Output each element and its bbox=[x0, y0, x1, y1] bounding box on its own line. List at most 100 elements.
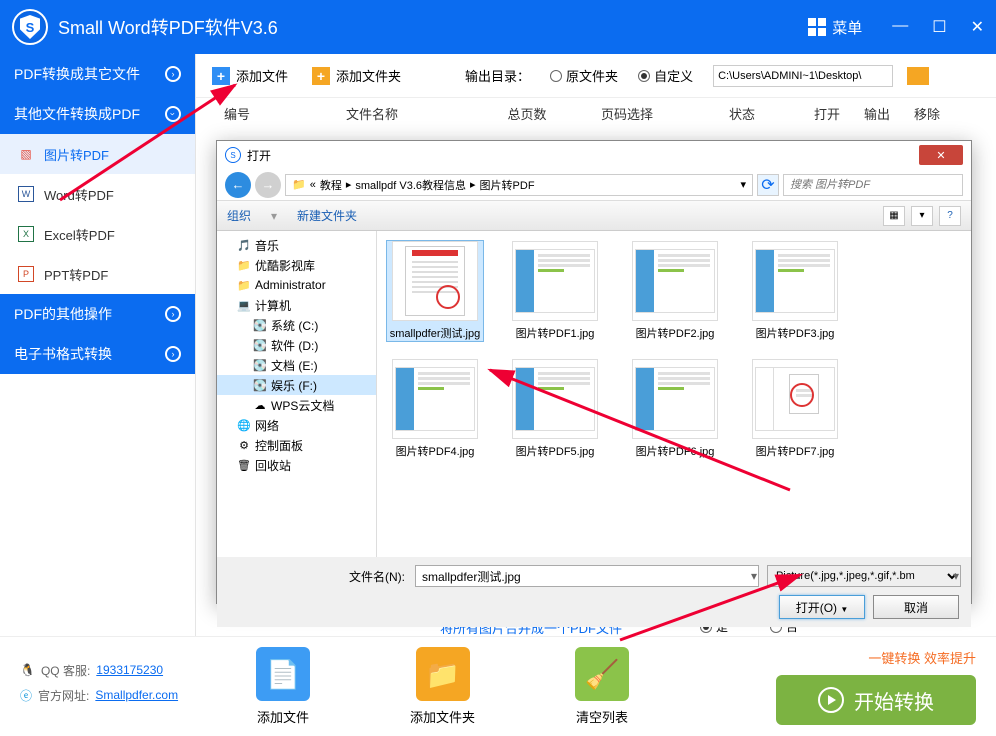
tree-icon: ☁ bbox=[253, 398, 267, 412]
radio-custom-folder[interactable]: 自定义 bbox=[638, 66, 693, 85]
tree-icon: 🗑 bbox=[237, 458, 251, 472]
sidebar-item-image-to-pdf[interactable]: ▧ 图片转PDF bbox=[0, 134, 195, 174]
maximize-button[interactable]: ☐ bbox=[932, 17, 946, 37]
dialog-close-button[interactable]: ✕ bbox=[919, 145, 963, 165]
menu-button[interactable]: 菜单 bbox=[808, 17, 862, 38]
dialog-app-icon: S bbox=[225, 147, 241, 163]
close-button[interactable]: ✕ bbox=[971, 17, 984, 37]
qq-link[interactable]: 1933175230 bbox=[96, 663, 163, 677]
file-thumbnail bbox=[392, 241, 478, 321]
tree-item[interactable]: ⚙控制面板 bbox=[217, 435, 376, 455]
qq-icon: 🐧 bbox=[20, 663, 35, 677]
view-dropdown-button[interactable]: ▾ bbox=[911, 206, 933, 226]
tree-item[interactable]: 💽娱乐 (F:) bbox=[217, 375, 376, 395]
chevron-icon: › bbox=[165, 66, 181, 82]
refresh-button[interactable]: ⟳ bbox=[757, 174, 779, 196]
organize-button[interactable]: 组织 bbox=[227, 207, 251, 224]
folder-plus-icon: 📁 bbox=[416, 647, 470, 701]
tree-item[interactable]: 📁Administrator bbox=[217, 275, 376, 295]
tree-item[interactable]: 🗑回收站 bbox=[217, 455, 376, 475]
help-button[interactable]: ? bbox=[939, 206, 961, 226]
sidebar-item-ppt-to-pdf[interactable]: P PPT转PDF bbox=[0, 254, 195, 294]
tree-item[interactable]: 💽文档 (E:) bbox=[217, 355, 376, 375]
file-open-dialog: S 打开 ✕ ← → 📁 « 教程▸ smallpdf V3.6教程信息▸ 图片… bbox=[216, 140, 972, 604]
file-item[interactable]: 图片转PDF3.jpg bbox=[747, 241, 843, 341]
footer-add-folder-button[interactable]: 📁 添加文件夹 bbox=[410, 647, 475, 726]
start-convert-button[interactable]: 开始转换 bbox=[776, 675, 976, 725]
tree-icon: 🌐 bbox=[237, 418, 251, 432]
view-mode-button[interactable]: ▦ bbox=[883, 206, 905, 226]
tree-icon: 📁 bbox=[237, 278, 251, 292]
sidebar-item-word-to-pdf[interactable]: W Word转PDF bbox=[0, 174, 195, 214]
chevron-down-icon: › bbox=[165, 106, 181, 122]
file-thumbnail bbox=[512, 241, 598, 321]
plus-icon: + bbox=[312, 67, 330, 85]
filename-input[interactable] bbox=[415, 565, 759, 587]
sidebar-section-pdf-to-other[interactable]: PDF转换成其它文件 › bbox=[0, 54, 195, 94]
output-path-input[interactable] bbox=[713, 65, 893, 87]
tree-item[interactable]: 💻计算机 bbox=[217, 295, 376, 315]
sidebar-item-excel-to-pdf[interactable]: X Excel转PDF bbox=[0, 214, 195, 254]
file-item[interactable]: 图片转PDF7.jpg bbox=[747, 359, 843, 459]
dialog-open-button[interactable]: 打开(O) ▼ bbox=[779, 595, 865, 619]
folder-tree: 🎵音乐📁优酷影视库📁Administrator💻计算机💽系统 (C:)💽软件 (… bbox=[217, 231, 377, 557]
filename-label: 文件名(N): bbox=[349, 568, 405, 585]
tree-icon: 💽 bbox=[253, 318, 267, 332]
tree-item[interactable]: 🎵音乐 bbox=[217, 235, 376, 255]
col-number: 编号 bbox=[212, 104, 262, 123]
file-item[interactable]: 图片转PDF1.jpg bbox=[507, 241, 603, 341]
col-filename: 文件名称 bbox=[262, 104, 482, 123]
file-thumbnail bbox=[632, 241, 718, 321]
file-name: 图片转PDF6.jpg bbox=[636, 443, 715, 459]
dialog-cancel-button[interactable]: 取消 bbox=[873, 595, 959, 619]
menu-icon bbox=[808, 18, 826, 36]
footer-clear-list-button[interactable]: 🧹 清空列表 bbox=[575, 647, 629, 726]
play-icon bbox=[818, 687, 844, 713]
file-thumbnail bbox=[512, 359, 598, 439]
new-folder-button[interactable]: 新建文件夹 bbox=[297, 207, 357, 224]
tree-item[interactable]: ☁WPS云文档 bbox=[217, 395, 376, 415]
file-item[interactable]: smallpdfer测试.jpg bbox=[387, 241, 483, 341]
tree-item[interactable]: 🌐网络 bbox=[217, 415, 376, 435]
site-link[interactable]: Smallpdfer.com bbox=[95, 688, 178, 702]
file-item[interactable]: 图片转PDF6.jpg bbox=[627, 359, 723, 459]
file-item[interactable]: 图片转PDF4.jpg bbox=[387, 359, 483, 459]
footer-add-file-button[interactable]: 📄 添加文件 bbox=[256, 647, 310, 726]
file-name: 图片转PDF1.jpg bbox=[516, 325, 595, 341]
tree-item[interactable]: 📁优酷影视库 bbox=[217, 255, 376, 275]
search-input[interactable] bbox=[783, 174, 963, 196]
radio-original-folder[interactable]: 原文件夹 bbox=[550, 66, 618, 85]
word-icon: W bbox=[18, 186, 34, 202]
file-filter-select[interactable]: Picture(*.jpg,*.jpeg,*.gif,*.bm bbox=[767, 565, 961, 587]
titlebar: S Small Word转PDF软件V3.6 菜单 — ☐ ✕ bbox=[0, 0, 996, 54]
app-title: Small Word转PDF软件V3.6 bbox=[58, 14, 808, 40]
breadcrumb-path[interactable]: 📁 « 教程▸ smallpdf V3.6教程信息▸ 图片转PDF ▾ bbox=[285, 174, 753, 196]
start-hint: 一键转换 效率提升 bbox=[776, 648, 976, 667]
sidebar-section-other-to-pdf[interactable]: 其他文件转换成PDF › bbox=[0, 94, 195, 134]
sidebar-section-pdf-other-ops[interactable]: PDF的其他操作 › bbox=[0, 294, 195, 334]
file-name: 图片转PDF3.jpg bbox=[756, 325, 835, 341]
add-folder-button[interactable]: + 添加文件夹 bbox=[312, 66, 401, 85]
plus-icon: + bbox=[212, 67, 230, 85]
minimize-button[interactable]: — bbox=[892, 17, 908, 37]
tree-item[interactable]: 💽系统 (C:) bbox=[217, 315, 376, 335]
tree-icon: 💻 bbox=[237, 298, 251, 312]
app-logo: S bbox=[12, 9, 48, 45]
nav-forward-button[interactable]: → bbox=[255, 172, 281, 198]
file-name: 图片转PDF7.jpg bbox=[756, 443, 835, 459]
tree-icon: 📁 bbox=[237, 258, 251, 272]
radio-checked-icon bbox=[638, 70, 650, 82]
nav-back-button[interactable]: ← bbox=[225, 172, 251, 198]
tree-item[interactable]: 💽软件 (D:) bbox=[217, 335, 376, 355]
dialog-titlebar: S 打开 ✕ bbox=[217, 141, 971, 169]
browse-folder-button[interactable] bbox=[907, 67, 929, 85]
file-item[interactable]: 图片转PDF5.jpg bbox=[507, 359, 603, 459]
sidebar: PDF转换成其它文件 › 其他文件转换成PDF › ▧ 图片转PDF W Wor… bbox=[0, 54, 196, 636]
add-file-button[interactable]: + 添加文件 bbox=[212, 66, 288, 85]
sidebar-section-ebook[interactable]: 电子书格式转换 › bbox=[0, 334, 195, 374]
file-name: 图片转PDF2.jpg bbox=[636, 325, 715, 341]
file-item[interactable]: 图片转PDF2.jpg bbox=[627, 241, 723, 341]
image-icon: ▧ bbox=[18, 146, 34, 162]
file-plus-icon: 📄 bbox=[256, 647, 310, 701]
col-remove: 移除 bbox=[902, 104, 952, 123]
